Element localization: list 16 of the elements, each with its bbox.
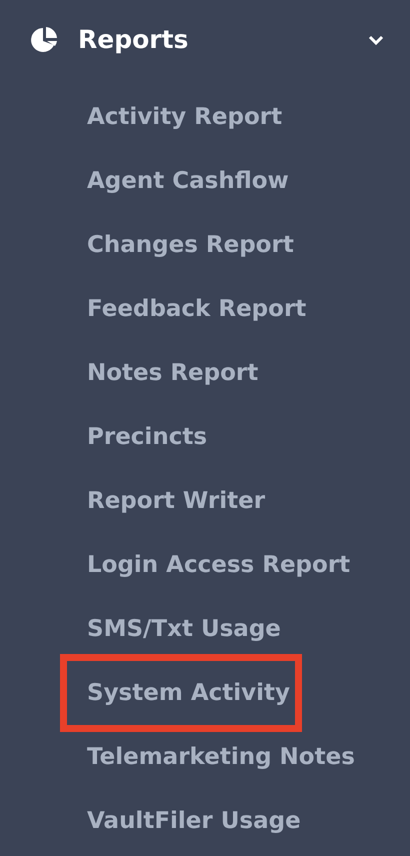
menu-item[interactable]: System Activity bbox=[87, 676, 290, 710]
menu-item[interactable]: Notes Report bbox=[87, 356, 258, 390]
menu-item[interactable]: VaultFiler Usage bbox=[87, 804, 301, 838]
menu-item[interactable]: Changes Report bbox=[87, 228, 294, 262]
menu-item[interactable]: Login Access Report bbox=[87, 548, 350, 582]
menu-item[interactable]: Telemarketing Notes bbox=[87, 740, 355, 774]
menu-item[interactable]: Feedback Report bbox=[87, 292, 306, 326]
menu-item[interactable]: Agent Cashflow bbox=[87, 164, 289, 198]
menu-item[interactable]: Precincts bbox=[87, 420, 208, 454]
pie-chart-icon bbox=[30, 26, 60, 54]
menu-item[interactable]: Activity Report bbox=[87, 100, 282, 134]
reports-menu-header[interactable]: Reports bbox=[0, 0, 410, 80]
menu-item[interactable]: SMS/Txt Usage bbox=[87, 612, 281, 646]
menu-item[interactable]: Report Writer bbox=[87, 484, 266, 518]
section-title: Reports bbox=[78, 24, 190, 56]
chevron-icon bbox=[368, 34, 384, 46]
